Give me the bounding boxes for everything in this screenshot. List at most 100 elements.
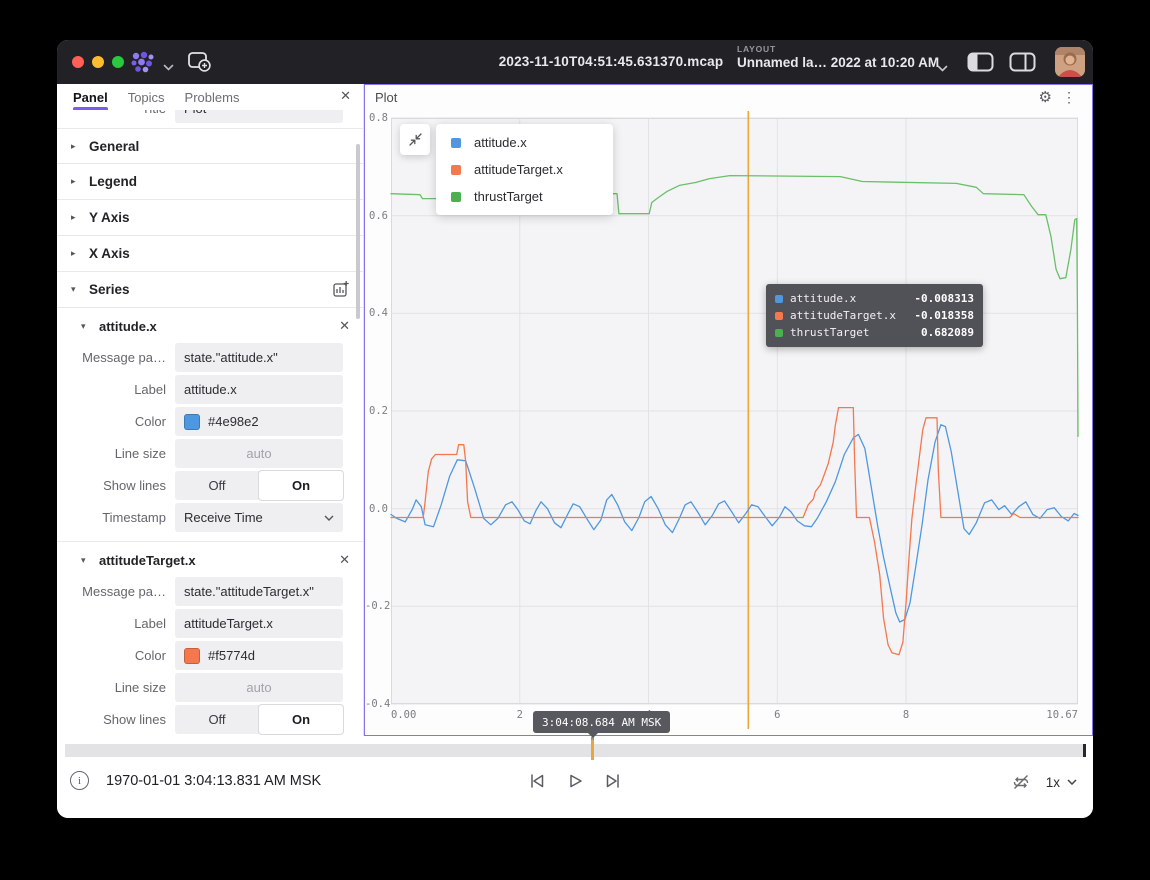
caret-down-icon: ▾ xyxy=(71,284,81,295)
tooltip-swatch xyxy=(775,329,783,337)
label-input[interactable]: attitudeTarget.x xyxy=(175,609,343,638)
kebab-menu-icon[interactable]: ⋮ xyxy=(1062,89,1076,106)
section-general[interactable]: ▸ General xyxy=(57,128,363,164)
message-path-input[interactable]: state."attitudeTarget.x" xyxy=(175,577,343,606)
maximize-window-button[interactable] xyxy=(112,56,124,68)
legend-item-attitude-target-x[interactable]: attitudeTarget.x xyxy=(436,156,613,183)
sidebar-scrollbar[interactable] xyxy=(356,144,360,319)
right-sidebar-toggle-button[interactable] xyxy=(1009,52,1037,72)
message-path-input[interactable]: state."attitude.x" xyxy=(175,343,343,372)
legend-collapse-button[interactable] xyxy=(400,124,430,155)
tooltip-swatch xyxy=(775,312,783,320)
foxglove-logo-icon xyxy=(129,50,157,79)
section-x-axis[interactable]: ▸ X Axis xyxy=(57,236,363,272)
select-caret-icon xyxy=(324,515,334,521)
collapse-arrows-icon xyxy=(408,132,423,147)
info-icon[interactable]: i xyxy=(70,771,89,790)
loop-off-icon[interactable] xyxy=(1011,772,1031,792)
seek-backward-button[interactable] xyxy=(526,770,548,792)
add-series-button[interactable] xyxy=(332,280,350,303)
caret-down-icon: ▾ xyxy=(81,321,91,332)
show-lines-label: Show lines xyxy=(57,712,175,727)
gear-icon[interactable]: ⚙ xyxy=(1039,88,1052,106)
playback-speed-select[interactable]: 1x xyxy=(1046,775,1077,790)
timestamp-select[interactable]: Receive Time xyxy=(175,503,343,532)
section-series[interactable]: ▾ Series xyxy=(57,272,363,308)
y-tick-label: 0.6 xyxy=(365,210,388,222)
app-window: 2023-11-10T04:51:45.631370.mcap LAYOUT U… xyxy=(57,40,1093,818)
tab-problems[interactable]: Problems xyxy=(185,84,240,110)
show-lines-toggle: Off On xyxy=(175,471,343,500)
show-lines-on[interactable]: On xyxy=(259,471,343,500)
line-size-input[interactable]: auto xyxy=(175,439,343,468)
playback-left-group: i 1970-01-01 3:04:13.831 AM MSK xyxy=(70,771,321,790)
current-timestamp: 1970-01-01 3:04:13.831 AM MSK xyxy=(106,773,321,789)
legend-swatch xyxy=(451,165,461,175)
line-size-label: Line size xyxy=(57,680,175,695)
series-block-attitude-target-x: ▾ attitudeTarget.x ✕ Message pa… state."… xyxy=(57,541,363,734)
color-input[interactable]: #4e98e2 xyxy=(175,407,343,436)
layout-menu[interactable]: LAYOUT Unnamed la… 2022 at 10:20 AM xyxy=(737,45,939,70)
series-header-attitude-target-x[interactable]: ▾ attitudeTarget.x ✕ xyxy=(57,546,363,574)
remove-series-icon[interactable]: ✕ xyxy=(339,552,350,568)
label-label: Label xyxy=(57,382,175,397)
legend-item-attitude-x[interactable]: attitude.x xyxy=(436,129,613,156)
show-lines-off[interactable]: Off xyxy=(175,705,259,734)
caret-right-icon: ▸ xyxy=(71,141,81,152)
main-content: Panel Topics Problems ✕ Title Plot ▸ Gen… xyxy=(57,84,1093,736)
title-field-label: Title xyxy=(57,110,175,116)
left-sidebar-toggle-button[interactable] xyxy=(967,52,995,72)
show-lines-off[interactable]: Off xyxy=(175,471,259,500)
caret-down-icon: ▾ xyxy=(81,555,91,566)
tab-panel[interactable]: Panel xyxy=(73,84,108,110)
legend-swatch xyxy=(451,192,461,202)
caret-right-icon: ▸ xyxy=(71,212,81,223)
legend-item-thrust-target[interactable]: thrustTarget xyxy=(436,183,613,210)
label-label: Label xyxy=(57,616,175,631)
scrubber-playhead[interactable] xyxy=(591,740,594,761)
playback-right-group: 1x xyxy=(1011,772,1077,792)
sidebar-close-icon[interactable]: ✕ xyxy=(340,88,351,104)
caret-right-icon: ▸ xyxy=(71,176,81,187)
settings-sidebar: Panel Topics Problems ✕ Title Plot ▸ Gen… xyxy=(57,84,364,736)
scrubber-track[interactable] xyxy=(65,744,1085,757)
title-field-input[interactable]: Plot xyxy=(175,110,343,123)
close-window-button[interactable] xyxy=(72,56,84,68)
window-title: 2023-11-10T04:51:45.631370.mcap xyxy=(455,54,767,69)
remove-series-icon[interactable]: ✕ xyxy=(339,318,350,334)
color-swatch[interactable] xyxy=(184,648,200,664)
y-tick-label: 0.4 xyxy=(365,307,388,319)
data-source-chevron-icon[interactable] xyxy=(163,58,174,76)
add-panel-button[interactable] xyxy=(187,51,213,73)
scrubber-end-marker xyxy=(1083,744,1086,757)
line-size-label: Line size xyxy=(57,446,175,461)
user-avatar[interactable] xyxy=(1055,47,1085,77)
caret-right-icon: ▸ xyxy=(71,248,81,259)
y-tick-label: -0.2 xyxy=(365,600,388,612)
timestamp-label: Timestamp xyxy=(57,510,175,525)
show-lines-on[interactable]: On xyxy=(259,705,343,734)
layout-label: LAYOUT xyxy=(737,45,939,55)
hover-values-tooltip: attitude.x -0.008313 attitudeTarget.x -0… xyxy=(766,284,983,347)
play-button[interactable] xyxy=(564,770,586,792)
y-tick-label: 0.0 xyxy=(365,503,388,515)
layout-chevron-icon[interactable] xyxy=(937,59,948,77)
minimize-window-button[interactable] xyxy=(92,56,104,68)
color-input[interactable]: #f5774d xyxy=(175,641,343,670)
timeline-scrubber xyxy=(57,736,1093,760)
tab-topics[interactable]: Topics xyxy=(128,84,165,110)
seek-forward-button[interactable] xyxy=(602,770,624,792)
series-header-attitude-x[interactable]: ▾ attitude.x ✕ xyxy=(57,312,363,340)
legend-swatch xyxy=(451,138,461,148)
settings-sections: ▸ General ▸ Legend ▸ Y Axis ▸ X Axis xyxy=(57,128,363,308)
plot-panel-header: Plot ⚙ ⋮ xyxy=(365,85,1092,111)
hover-time-tooltip: 3:04:08.684 AM MSK xyxy=(533,711,670,733)
line-size-input[interactable]: auto xyxy=(175,673,343,702)
section-legend[interactable]: ▸ Legend xyxy=(57,164,363,200)
transport-controls xyxy=(526,770,624,792)
label-input[interactable]: attitude.x xyxy=(175,375,343,404)
section-y-axis[interactable]: ▸ Y Axis xyxy=(57,200,363,236)
y-tick-label: 0.2 xyxy=(365,405,388,417)
color-swatch[interactable] xyxy=(184,414,200,430)
tooltip-swatch xyxy=(775,295,783,303)
